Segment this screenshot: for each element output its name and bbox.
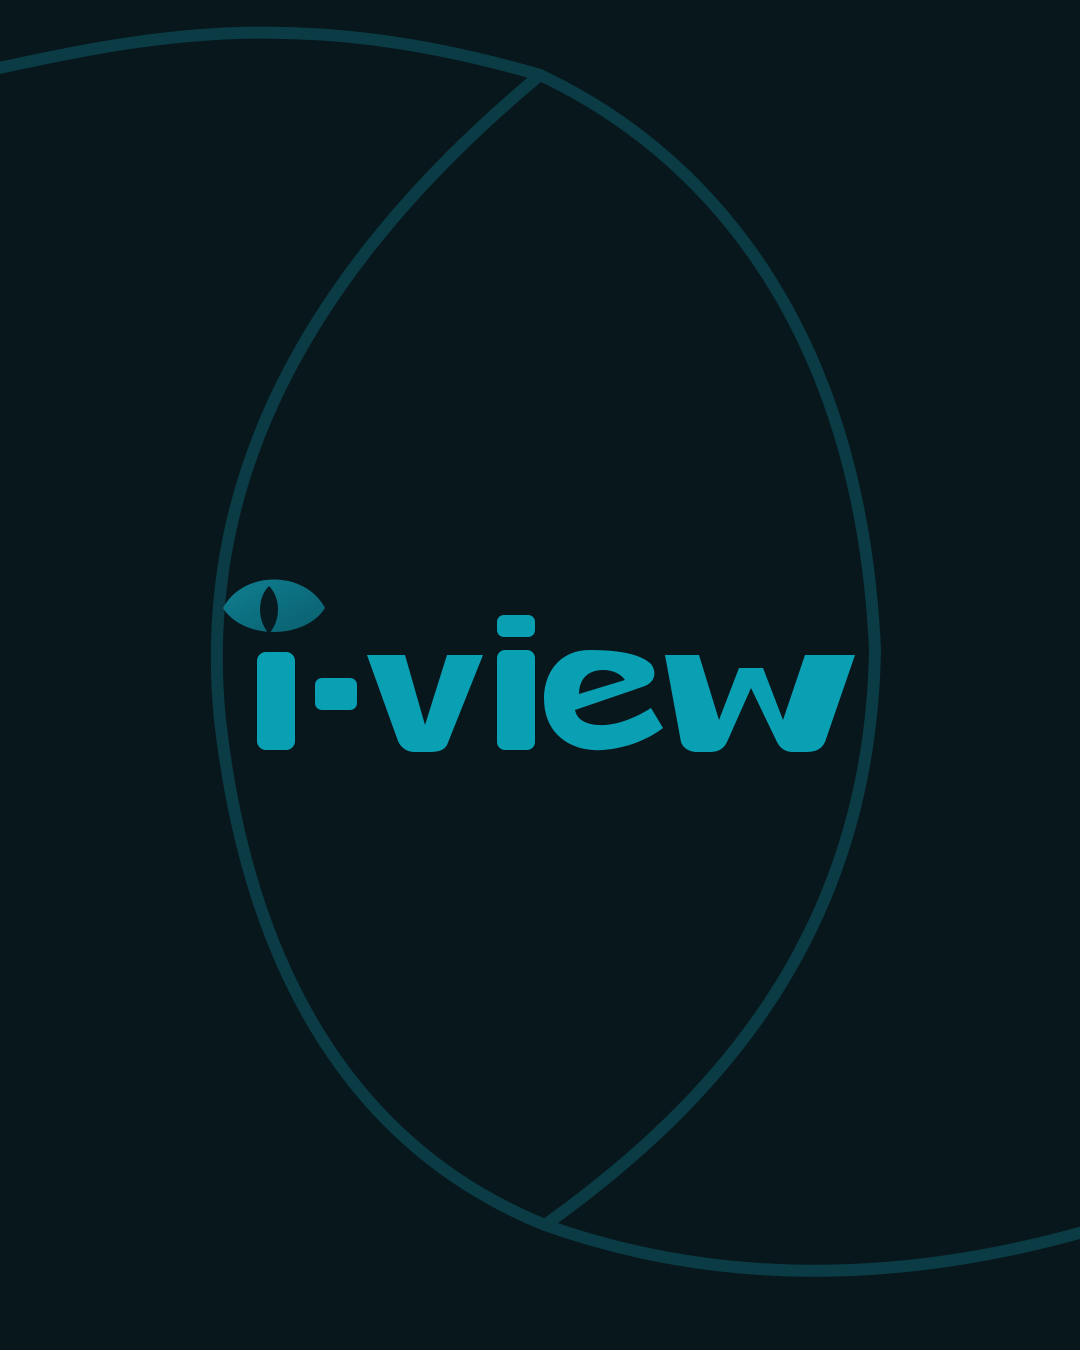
letter-i-second-stem xyxy=(497,650,535,750)
outer-arc-top xyxy=(0,26,546,81)
letter-i-second xyxy=(497,615,535,637)
letter-v xyxy=(367,655,483,752)
letter-w xyxy=(665,655,855,752)
outer-arc-bottom xyxy=(539,1219,1080,1277)
brand-canvas: i-view xyxy=(0,0,1080,1350)
hyphen xyxy=(315,678,357,710)
letter-e xyxy=(544,650,663,751)
eye-icon xyxy=(223,579,325,634)
logo: i-view xyxy=(215,560,865,770)
wordmark-text: i-view xyxy=(215,560,218,561)
letter-i xyxy=(257,652,295,750)
logo-wordmark: i-view xyxy=(215,560,855,752)
